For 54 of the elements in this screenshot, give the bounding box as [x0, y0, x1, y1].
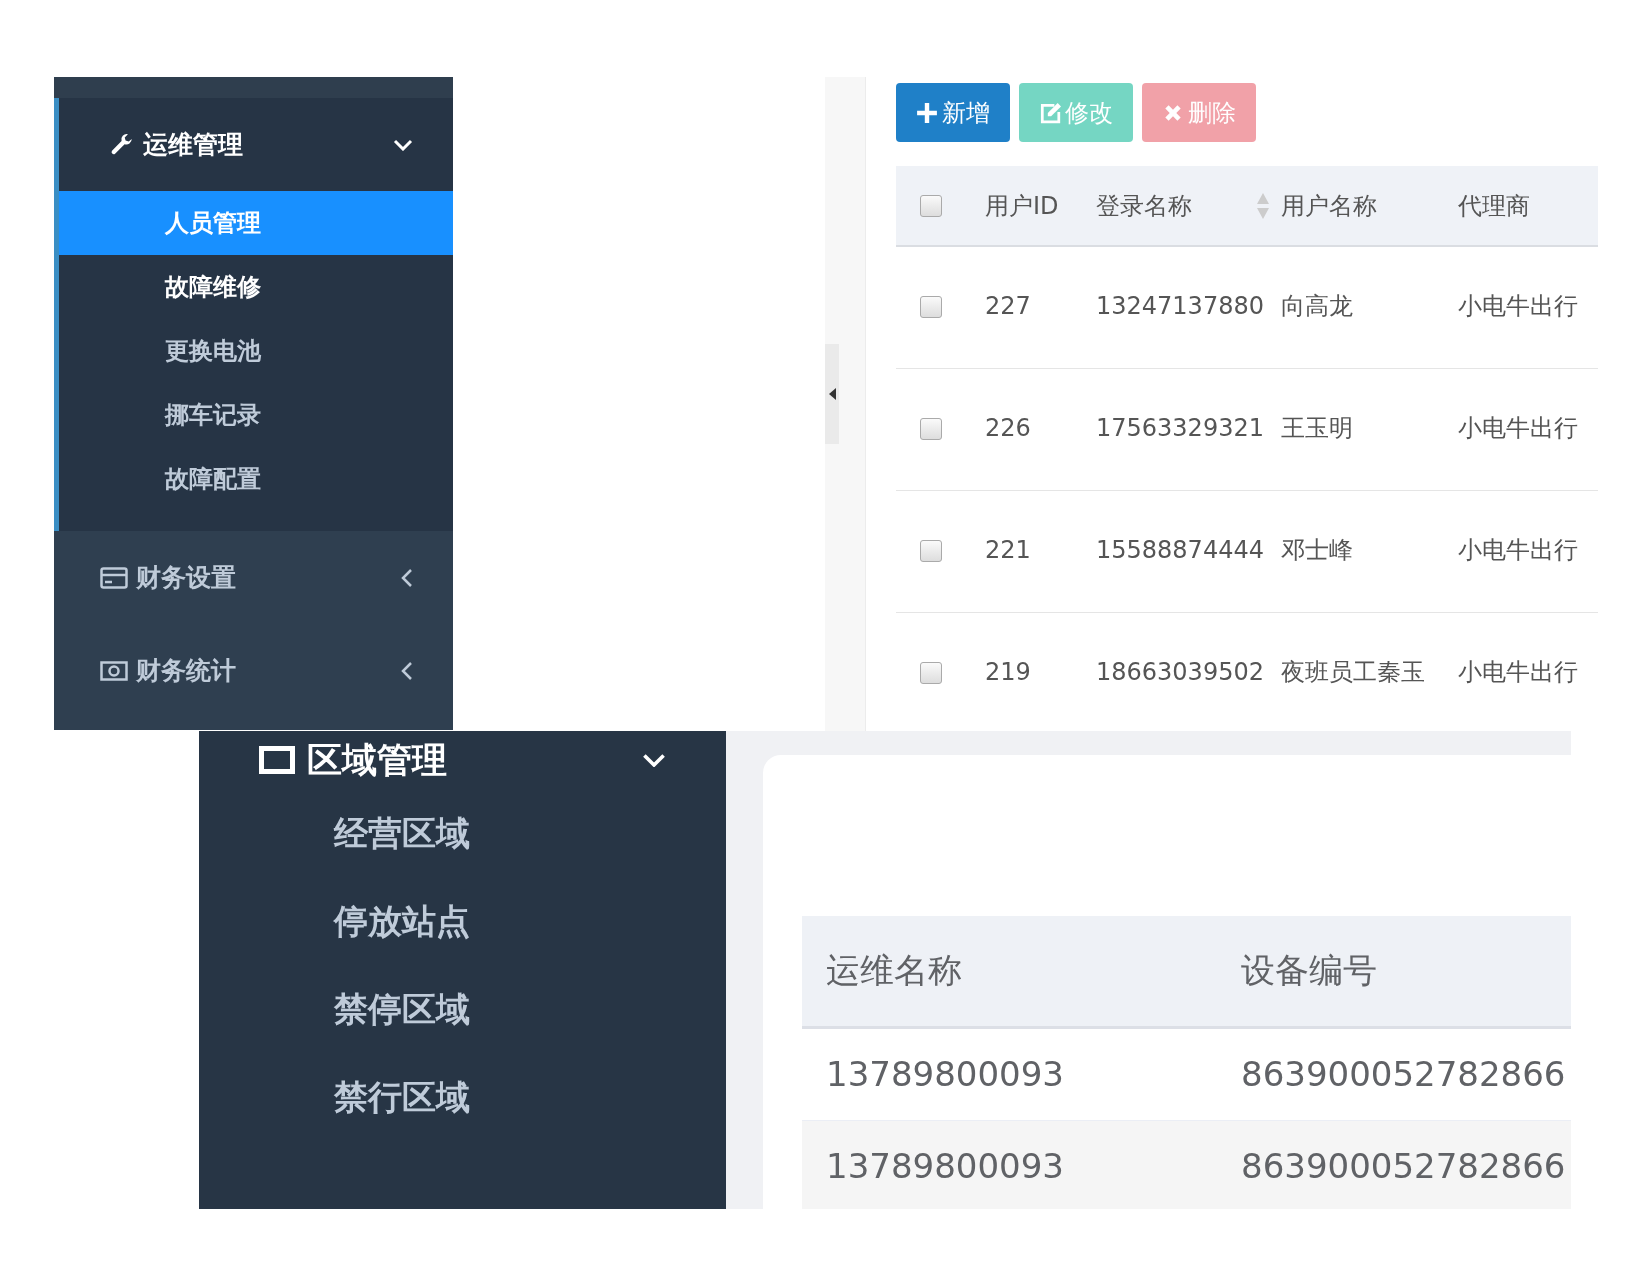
window-icon [259, 746, 295, 774]
caret-left-icon [828, 388, 836, 400]
card-icon [100, 566, 128, 589]
menu-group-header[interactable]: 财务设置 [54, 531, 453, 624]
column-header: 设备编号 [1241, 950, 1377, 991]
plus-icon [916, 101, 938, 124]
table-cell: 15588874444 [1096, 536, 1264, 565]
column-header: 用户ID [985, 191, 1059, 220]
table-cell: 小电牛出行 [1458, 292, 1578, 321]
table-cell: 17563329321 [1096, 414, 1264, 443]
table-cell: 13247137880 [1096, 292, 1264, 321]
table-cell: 王玉明 [1281, 414, 1353, 443]
menu-group-header[interactable]: 财务统计 [54, 624, 453, 717]
checkbox[interactable] [920, 540, 942, 562]
cash-icon [100, 660, 128, 681]
table-cell: 227 [985, 292, 1031, 321]
table-cell: 226 [985, 414, 1031, 443]
table-cell: 863900052782866 [1241, 1053, 1566, 1094]
column-header: 运维名称 [826, 950, 962, 991]
menu-item[interactable]: 挪车记录 [59, 383, 453, 447]
table-cell: 夜班员工秦玉 [1281, 658, 1425, 687]
checkbox[interactable] [920, 194, 942, 217]
table-cell: 小电牛出行 [1458, 658, 1578, 687]
checkbox[interactable] [920, 662, 942, 684]
menu-item[interactable]: 经营区域 [199, 789, 726, 877]
table-cell: 小电牛出行 [1458, 536, 1578, 565]
checkbox[interactable] [920, 296, 942, 319]
collapse-toggle[interactable] [825, 344, 839, 444]
table-cell: 863900052782866 [1241, 1146, 1566, 1186]
add-button[interactable]: 新增 [896, 83, 1010, 142]
table-cell: 小电牛出行 [1458, 414, 1578, 443]
menu-item[interactable]: 故障维修 [59, 255, 453, 319]
chevron-left-icon [401, 567, 413, 588]
menu-group-header[interactable]: 运维管理 [59, 98, 453, 191]
table-cell: 向高龙 [1281, 292, 1353, 321]
menu-item[interactable]: 更换电池 [59, 319, 453, 383]
table-cell: 13789800093 [826, 1053, 1064, 1094]
table-cell: 邓士峰 [1281, 536, 1353, 565]
menu-item[interactable]: 停放站点 [199, 877, 726, 965]
chevron-down-icon [393, 138, 413, 151]
chevron-left-icon [401, 660, 413, 681]
chevron-down-icon [642, 752, 666, 768]
menu-item[interactable]: 禁停区域 [199, 965, 726, 1053]
column-header: 用户名称 [1281, 191, 1377, 220]
table-cell: 221 [985, 536, 1031, 565]
menu-item[interactable]: 禁行区域 [199, 1053, 726, 1141]
menu-item[interactable]: 故障配置 [59, 447, 453, 511]
table-cell: 18663039502 [1096, 658, 1264, 687]
table-cell: 13789800093 [826, 1146, 1064, 1186]
edit-icon [1039, 101, 1061, 124]
menu-group-header[interactable]: 区域管理 [199, 731, 726, 789]
column-header: 代理商 [1458, 191, 1530, 220]
table-cell: 219 [985, 658, 1031, 687]
checkbox[interactable] [920, 418, 942, 440]
